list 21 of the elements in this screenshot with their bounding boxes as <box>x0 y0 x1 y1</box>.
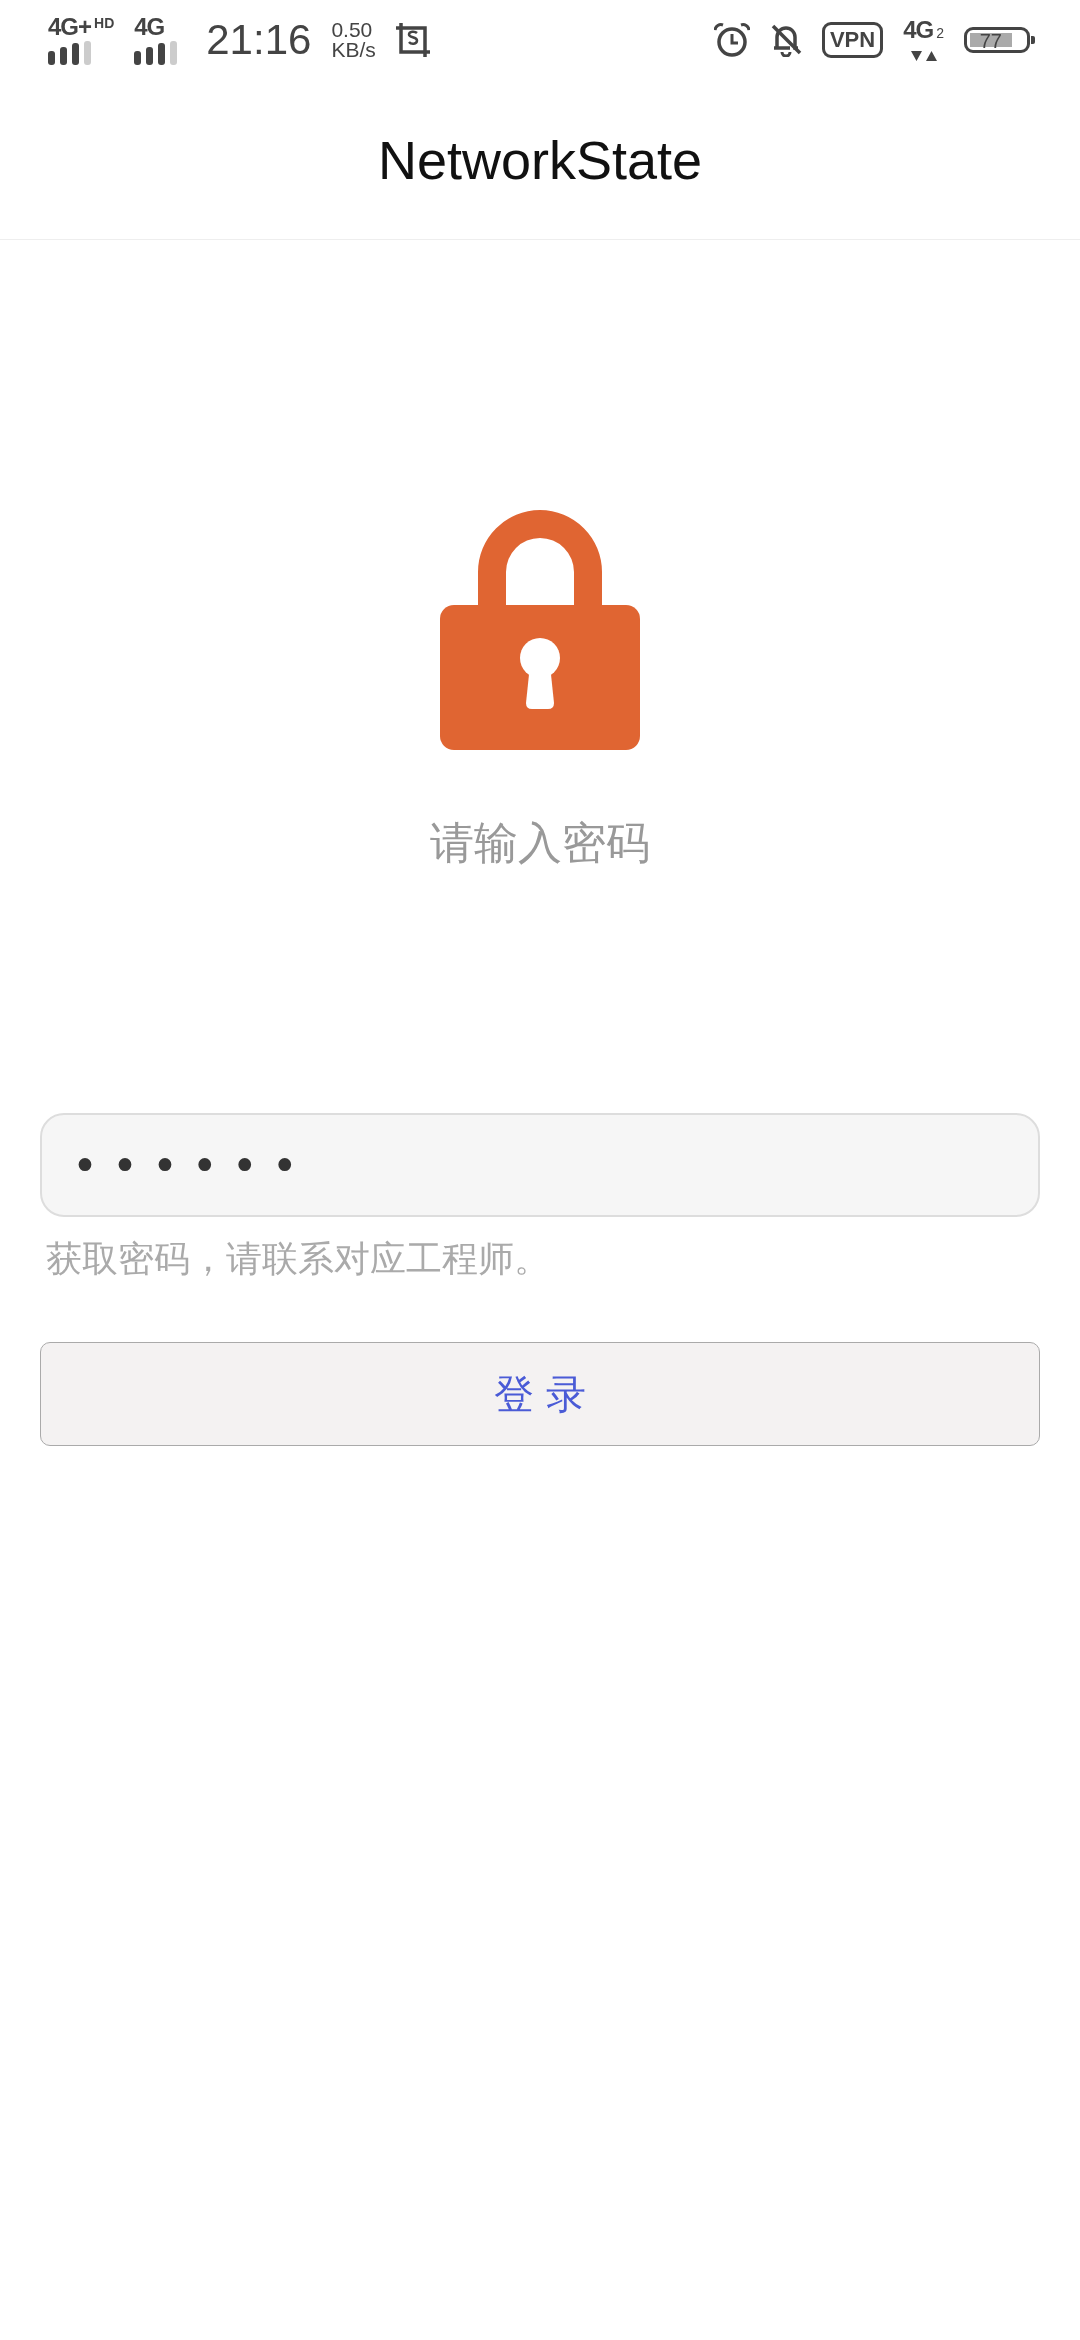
alarm-icon <box>713 23 750 57</box>
lock-icon <box>440 510 640 750</box>
password-hint: 获取密码，请联系对应工程师。 <box>45 1237 550 1281</box>
app-title: NetworkState <box>377 128 703 191</box>
sim-number: 2 <box>936 24 944 43</box>
password-prompt: 请输入密码 <box>430 816 650 870</box>
clock-time: 21:16 <box>206 16 312 64</box>
muted-bell-icon <box>769 23 802 57</box>
hd-label: HD <box>94 15 115 31</box>
battery-level: 77 <box>970 33 1012 47</box>
data-network-label: 4G <box>903 18 934 42</box>
signal-icon <box>48 41 94 65</box>
network-label: 4G+ <box>48 15 92 39</box>
network-label: 4G <box>134 15 165 39</box>
data-arrows-icon <box>910 50 937 62</box>
screenshot-icon <box>395 23 430 57</box>
speed-unit: KB/s <box>331 40 376 60</box>
login-button[interactable]: 登 录 <box>40 1342 1040 1446</box>
vpn-badge: VPN <box>821 22 884 58</box>
password-field[interactable]: •••••• <box>40 1113 1040 1217</box>
speed-value: 0.50 <box>331 20 374 40</box>
